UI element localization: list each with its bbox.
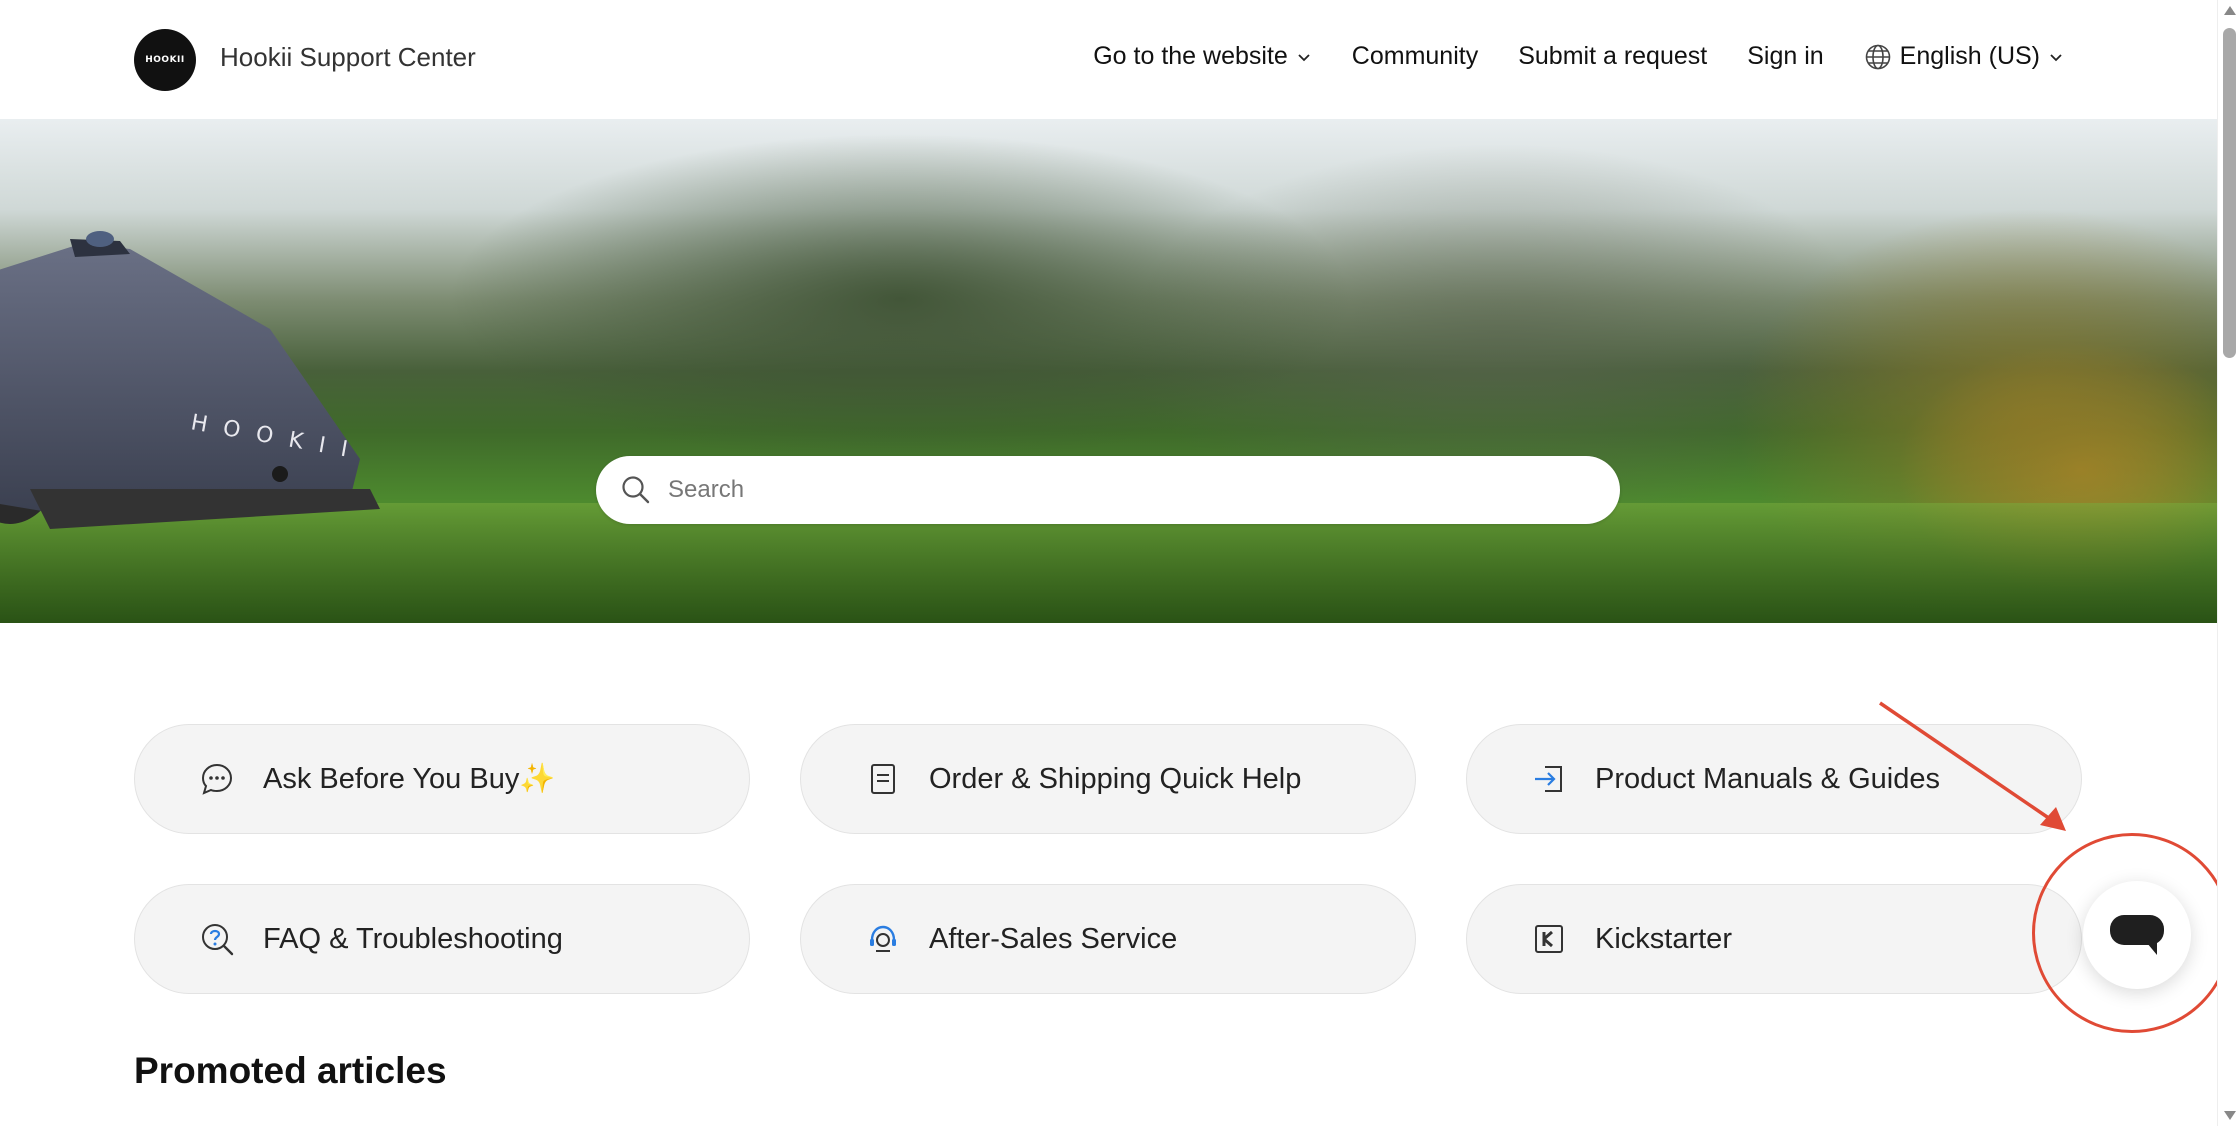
language-label: English (US) (1899, 42, 2040, 70)
scroll-up-arrow-icon[interactable] (2224, 6, 2236, 15)
category-ask-before-you-buy[interactable]: Ask Before You Buy✨ (134, 724, 750, 834)
search-bar[interactable] (596, 456, 1620, 524)
globe-icon (1865, 44, 1890, 69)
robot-mower-image: HOOKII (0, 231, 380, 529)
promoted-articles-heading: Promoted articles (134, 1050, 447, 1091)
document-icon (871, 764, 895, 794)
site-header: HOOKII Hookii Support Center Go to the w… (0, 0, 2217, 119)
language-selector[interactable]: English (US) (1864, 42, 2064, 71)
search-icon (622, 476, 650, 504)
question-search-icon (202, 924, 234, 956)
category-kickstarter[interactable]: Kickstarter (1466, 884, 2082, 994)
chat-icon (2110, 915, 2164, 955)
brand-title[interactable]: Hookii Support Center (220, 42, 476, 73)
nav-go-to-website-label: Go to the website (1093, 42, 1288, 70)
category-label: Ask Before You Buy✨ (263, 763, 556, 795)
category-label: Order & Shipping Quick Help (929, 762, 1302, 795)
hero-banner: HOOKII (0, 119, 2217, 623)
nav-sign-in[interactable]: Sign in (1747, 42, 1823, 71)
category-label: After-Sales Service (929, 922, 1178, 955)
chevron-down-icon (1298, 53, 1310, 61)
kickstarter-icon (1535, 925, 1563, 953)
scrollbar-thumb[interactable] (2223, 28, 2236, 358)
page-scrollbar[interactable] (2217, 0, 2240, 1126)
category-after-sales-service[interactable]: After-Sales Service (800, 884, 1416, 994)
category-order-shipping[interactable]: Order & Shipping Quick Help (800, 724, 1416, 834)
chat-bubble-icon (201, 763, 233, 795)
nav-submit-request[interactable]: Submit a request (1518, 42, 1707, 71)
category-product-manuals[interactable]: Product Manuals & Guides (1466, 724, 2082, 834)
category-faq-troubleshooting[interactable]: FAQ & Troubleshooting (134, 884, 750, 994)
nav-community[interactable]: Community (1352, 42, 1478, 71)
hookii-logo[interactable]: HOOKII (134, 29, 196, 91)
logo-text: HOOKII (145, 55, 185, 65)
top-nav: Go to the website Community Submit a req… (1053, 42, 2064, 71)
sign-in-arrow-icon (1535, 766, 1562, 792)
category-label: Product Manuals & Guides (1595, 762, 1940, 795)
scroll-down-arrow-icon[interactable] (2224, 1111, 2236, 1120)
chat-launcher-button[interactable] (2083, 881, 2191, 989)
category-label: FAQ & Troubleshooting (263, 922, 563, 955)
nav-go-to-website[interactable]: Go to the website (1093, 42, 1312, 71)
chevron-down-icon (2050, 53, 2062, 61)
headset-icon (870, 925, 896, 952)
category-label: Kickstarter (1595, 922, 1732, 955)
search-input[interactable] (668, 476, 1568, 504)
